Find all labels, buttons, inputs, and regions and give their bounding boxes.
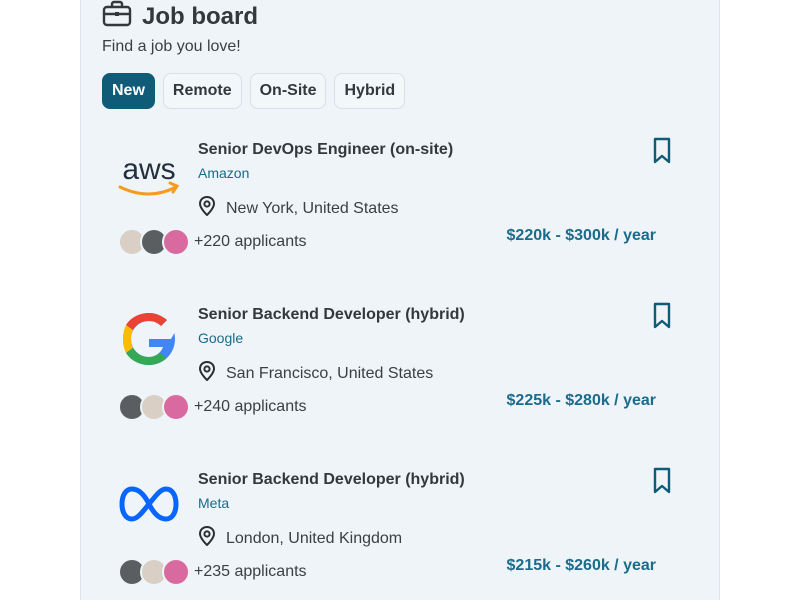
job-board-panel: Job board Find a job you love! New Remot… [80, 0, 720, 600]
company-name[interactable]: Amazon [198, 165, 249, 181]
location-text: London, United Kingdom [226, 529, 403, 547]
header: Job board [102, 0, 258, 33]
applicant-count: +235 applicants [194, 563, 307, 580]
job-card[interactable]: Senior Backend Developer (hybrid) Google… [102, 302, 698, 446]
job-location: London, United Kingdom [198, 525, 403, 551]
filter-remote[interactable]: Remote [162, 73, 242, 109]
filter-tabs: New Remote On-Site Hybrid [102, 73, 406, 109]
salary-range: $215k - $260k / year [506, 557, 656, 574]
job-location: New York, United States [198, 195, 399, 221]
job-title[interactable]: Senior Backend Developer (hybrid) [198, 471, 465, 489]
salary-range: $225k - $280k / year [506, 392, 656, 409]
applicant-count: +240 applicants [194, 398, 307, 415]
avatar [162, 558, 190, 586]
job-location: San Francisco, United States [198, 360, 434, 386]
location-pin-icon [198, 360, 216, 386]
applicant-group: +220 applicants [118, 228, 307, 256]
job-card[interactable]: Senior Backend Developer (hybrid) Meta L… [102, 467, 698, 611]
location-pin-icon [198, 195, 216, 221]
applicant-group: +235 applicants [118, 558, 307, 586]
page-title: Job board [142, 2, 259, 30]
bookmark-icon[interactable] [650, 467, 674, 495]
applicant-count: +220 applicants [194, 233, 307, 250]
job-title[interactable]: Senior Backend Developer (hybrid) [198, 306, 465, 324]
avatar [162, 393, 190, 421]
applicant-group: +240 applicants [118, 393, 307, 421]
company-name[interactable]: Meta [198, 495, 229, 511]
job-title[interactable]: Senior DevOps Engineer (on-site) [198, 141, 453, 159]
company-name[interactable]: Google [198, 330, 243, 346]
job-card[interactable]: aws Senior DevOps Engineer (on-site) Ama… [102, 137, 698, 281]
avatar [162, 228, 190, 256]
filter-hybrid[interactable]: Hybrid [334, 73, 406, 109]
briefcase-icon [102, 0, 132, 33]
google-logo [116, 306, 182, 372]
amazon-logo: aws [116, 141, 182, 207]
bookmark-icon[interactable] [650, 137, 674, 165]
bookmark-icon[interactable] [650, 302, 674, 330]
filter-on-site[interactable]: On-Site [249, 73, 327, 109]
location-text: New York, United States [226, 199, 399, 217]
salary-range: $220k - $300k / year [506, 227, 656, 244]
location-text: San Francisco, United States [226, 364, 434, 382]
meta-logo [116, 471, 182, 537]
filter-new[interactable]: New [102, 73, 155, 109]
svg-text:aws: aws [122, 153, 175, 186]
location-pin-icon [198, 525, 216, 551]
page-subtitle: Find a job you love! [102, 38, 241, 55]
